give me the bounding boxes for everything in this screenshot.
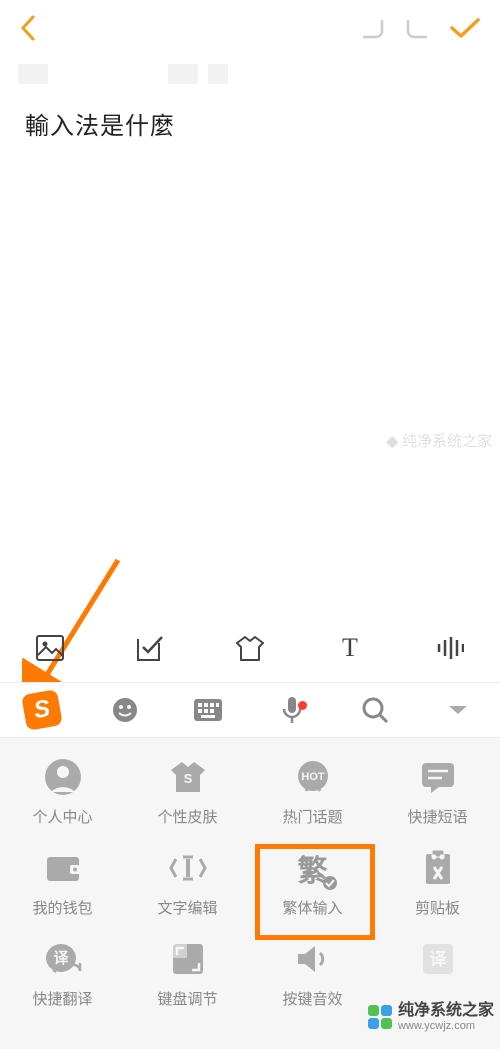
svg-text:S: S xyxy=(183,771,192,786)
edit-icon xyxy=(167,847,209,889)
confirm-button[interactable] xyxy=(448,16,482,45)
tool-label: 我的钱包 xyxy=(32,897,92,918)
phrases-icon xyxy=(417,756,459,798)
tool-label: 文字编辑 xyxy=(157,897,217,918)
notification-dot-icon xyxy=(298,701,307,710)
translate-icon: 译 xyxy=(42,938,84,980)
tool-label: 快捷翻译 xyxy=(32,988,92,1009)
tool-traditional[interactable]: 繁 繁体输入 xyxy=(250,847,375,918)
tool-label: 按键音效 xyxy=(282,988,342,1009)
keyboard-switch-button[interactable] xyxy=(183,698,233,722)
clipboard-icon xyxy=(417,847,459,889)
tool-label: 键盘调节 xyxy=(157,988,217,1009)
user-icon xyxy=(42,756,84,798)
tool-sound[interactable]: 按键音效 xyxy=(250,938,375,1009)
note-text-area[interactable]: 輸入法是什麼 xyxy=(0,84,500,141)
tool-translate-alt[interactable]: 译 xyxy=(375,938,500,1009)
text-tool-button[interactable]: T xyxy=(325,633,375,663)
watermark-logo-icon xyxy=(368,1005,392,1029)
header xyxy=(0,0,500,60)
undo-button[interactable] xyxy=(360,17,386,44)
tool-label: 快捷短语 xyxy=(407,806,467,827)
keyboard-toolbar: S xyxy=(0,682,500,738)
hot-icon: HOT xyxy=(292,756,334,798)
skin-icon: S xyxy=(167,756,209,798)
tool-label: 个性皮肤 xyxy=(157,806,217,827)
collapse-button[interactable] xyxy=(433,703,483,717)
quick-row: T xyxy=(0,620,500,675)
svg-text:译: 译 xyxy=(53,950,69,967)
sound-icon xyxy=(292,938,334,980)
tool-wallet[interactable]: 我的钱包 xyxy=(0,847,125,918)
tool-phrases[interactable]: 快捷短语 xyxy=(375,756,500,827)
faint-watermark: ◆ 纯净系统之家 xyxy=(386,430,492,451)
tool-hot[interactable]: HOT 热门话题 xyxy=(250,756,375,827)
tool-label: 剪贴板 xyxy=(415,897,460,918)
emoji-button[interactable] xyxy=(100,696,150,724)
tool-label: 繁体输入 xyxy=(282,897,342,918)
tool-kb-adjust[interactable]: 键盘调节 xyxy=(125,938,250,1009)
trans2-icon: 译 xyxy=(417,938,459,980)
tool-label: 个人中心 xyxy=(32,806,92,827)
back-button[interactable] xyxy=(18,13,38,48)
checklist-button[interactable] xyxy=(125,635,175,661)
tool-clipboard[interactable]: 剪贴板 xyxy=(375,847,500,918)
svg-text:HOT: HOT xyxy=(301,771,325,783)
search-button[interactable] xyxy=(350,696,400,724)
note-text: 輸入法是什麼 xyxy=(25,113,175,140)
watermark: 纯净系统之家 www.ycwjz.com xyxy=(368,1002,494,1032)
image-picker-button[interactable] xyxy=(25,635,75,661)
tool-label: 热门话题 xyxy=(282,806,342,827)
kbadj-icon xyxy=(167,938,209,980)
skin-button[interactable] xyxy=(225,635,275,661)
mic-button[interactable] xyxy=(267,695,317,725)
tool-edit[interactable]: 文字编辑 xyxy=(125,847,250,918)
format-bar xyxy=(0,64,500,84)
tool-profile[interactable]: 个人中心 xyxy=(0,756,125,827)
audio-bars-button[interactable] xyxy=(425,636,475,660)
tool-skins[interactable]: S 个性皮肤 xyxy=(125,756,250,827)
tool-translate[interactable]: 译 快捷翻译 xyxy=(0,938,125,1009)
svg-text:译: 译 xyxy=(429,950,447,969)
wallet-icon xyxy=(42,847,84,889)
watermark-url: www.ycwjz.com xyxy=(398,1020,494,1032)
sogou-logo-icon[interactable]: S xyxy=(17,692,67,728)
trad-icon: 繁 xyxy=(292,847,334,889)
redo-button[interactable] xyxy=(404,17,430,44)
watermark-title: 纯净系统之家 xyxy=(398,1002,494,1020)
